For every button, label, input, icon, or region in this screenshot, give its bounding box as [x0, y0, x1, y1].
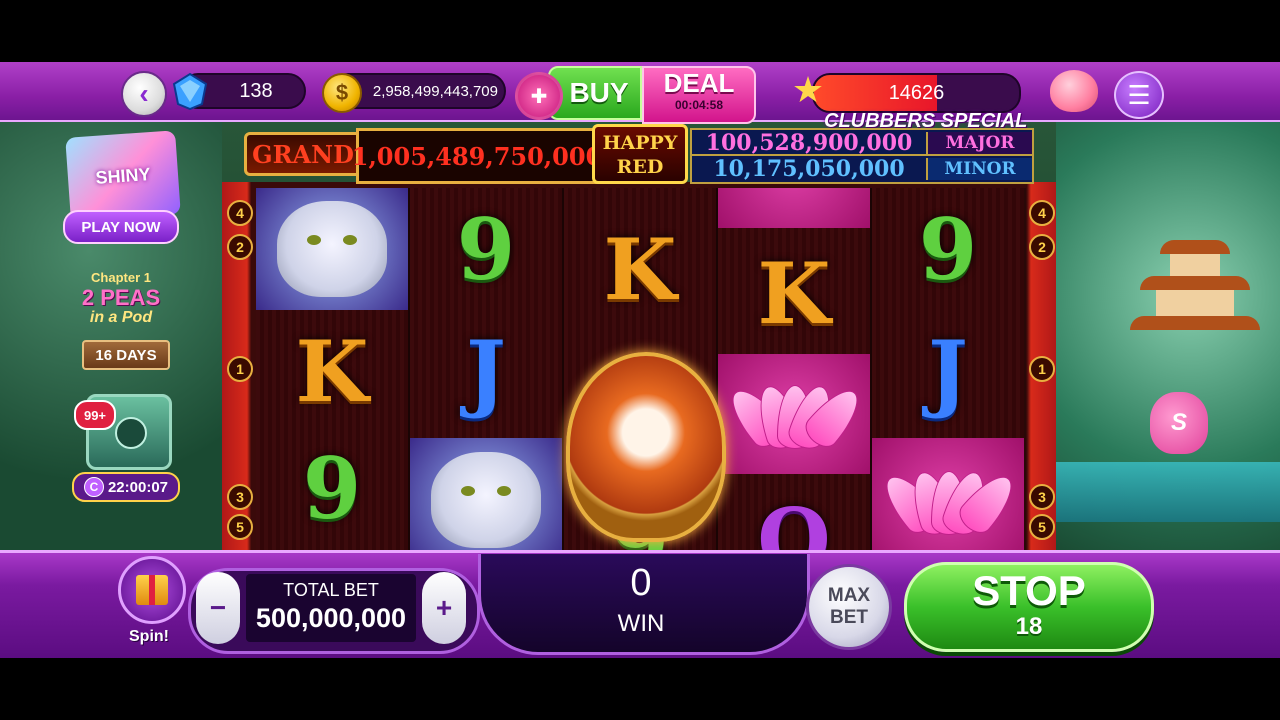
top-bar: ‹ 138 2,958,499,443,709 $ BUY ✚ DEAL 00:… — [0, 62, 1280, 124]
max-bet-button[interactable]: MAX BET — [806, 564, 892, 650]
increase-bet-button[interactable]: + — [422, 572, 466, 644]
symbol-k: K — [295, 321, 369, 421]
deal-timer: 00:04:58 — [674, 98, 724, 112]
symbol-9: 9 — [302, 438, 362, 538]
shiny-promo-banner[interactable]: SHINY — [65, 130, 181, 222]
total-bet-label: TOTAL BET — [283, 580, 379, 600]
minor-jackpot: 10,175,050,000 MINOR — [690, 154, 1034, 184]
reel-1: K 9 — [256, 188, 410, 612]
xp-bar[interactable]: 14626 — [812, 73, 1021, 113]
line-number: 2 — [227, 234, 253, 260]
pond — [1056, 462, 1280, 522]
total-bet-display: TOTAL BET 500,000,000 — [246, 574, 416, 642]
gift-box-icon — [136, 575, 168, 605]
line-number: 1 — [227, 356, 253, 382]
minus-icon: − — [209, 592, 227, 623]
line-number: 5 — [227, 514, 253, 540]
star-icon: ★ — [791, 69, 825, 110]
snow-leopard-symbol — [410, 438, 562, 562]
gem-icon — [172, 72, 208, 110]
line-number: 4 — [227, 200, 253, 226]
spin-gift-button[interactable] — [118, 556, 186, 624]
club-coin-icon: C — [83, 477, 104, 497]
chevron-left-icon: ‹ — [139, 78, 149, 109]
line-number: 1 — [1029, 356, 1055, 382]
gift-icon[interactable]: ✚ — [515, 72, 563, 120]
win-label: WIN — [617, 610, 665, 637]
symbol-j: J — [928, 321, 968, 421]
chest-timer: C 22:00:07 — [72, 472, 180, 502]
line-number: 3 — [227, 484, 253, 510]
minor-jackpot-value: 10,175,050,000 — [713, 156, 905, 182]
line-number: 4 — [1029, 200, 1055, 226]
symbol-9: 9 — [918, 199, 978, 299]
lotus-symbol — [718, 354, 870, 474]
reel-4: K Q — [718, 188, 872, 612]
deal-button[interactable]: DEAL 00:04:58 — [642, 66, 756, 124]
grand-jackpot-label: GRAND — [244, 132, 362, 176]
spin-label: Spin! — [129, 628, 169, 645]
symbol-k: K — [603, 219, 677, 319]
reel-2: 9 J — [410, 188, 564, 612]
gems-value: 138 — [239, 79, 273, 102]
days-remaining: 16 DAYS — [82, 340, 170, 370]
notification-badge: 99+ — [74, 400, 116, 430]
decrease-bet-button[interactable]: − — [196, 572, 240, 644]
hamburger-icon: ☰ — [1127, 79, 1151, 110]
line-number: 3 — [1029, 484, 1055, 510]
deal-label: DEAL — [663, 68, 735, 98]
play-now-button[interactable]: PLAY NOW — [63, 210, 179, 244]
back-button[interactable]: ‹ — [121, 71, 167, 117]
coins-value: 2,958,499,443,709 — [372, 82, 498, 100]
line-number: 2 — [1029, 234, 1055, 260]
win-value: 0 — [630, 562, 652, 604]
money-bag-icon[interactable]: S — [1150, 392, 1208, 454]
minor-jackpot-label: MINOR — [926, 158, 1032, 180]
slot-game: S ‹ 138 2,958,499,443,709 $ BUY ✚ DEAL 0… — [0, 62, 1280, 658]
major-jackpot-label: MAJOR — [926, 132, 1032, 154]
happy-red-logo: HAPPY RED — [592, 124, 688, 184]
lotus-symbol — [718, 188, 870, 228]
line-number: 5 — [1029, 514, 1055, 540]
plus-icon: + — [435, 592, 453, 623]
xp-value: 14626 — [888, 81, 945, 104]
menu-button[interactable]: ☰ — [1114, 71, 1164, 119]
grand-jackpot-value: 1,005,489,750,000 — [352, 128, 602, 184]
autospin-count: 18 — [1015, 613, 1043, 640]
symbol-j: J — [466, 321, 506, 421]
pagoda-icon — [1130, 240, 1260, 350]
reel-5: 9 J — [872, 188, 1024, 612]
total-bet-value: 500,000,000 — [255, 603, 407, 633]
piggy-bank-icon[interactable] — [1050, 70, 1098, 112]
major-jackpot-value: 100,528,900,000 — [705, 130, 913, 156]
red-panda-wild-symbol — [566, 352, 726, 542]
stop-button[interactable]: STOP 18 — [904, 562, 1154, 652]
lock-icon — [115, 417, 147, 449]
symbol-9: 9 — [456, 199, 516, 299]
snow-leopard-symbol — [256, 188, 408, 310]
lotus-symbol — [872, 438, 1024, 562]
coin-icon: $ — [322, 73, 362, 113]
symbol-k: K — [757, 243, 831, 343]
bag-letter: S — [1170, 409, 1187, 436]
peas-in-a-pod-banner[interactable]: Chapter 1 2 PEAS in a Pod — [66, 270, 176, 332]
stop-label: STOP — [972, 567, 1086, 614]
